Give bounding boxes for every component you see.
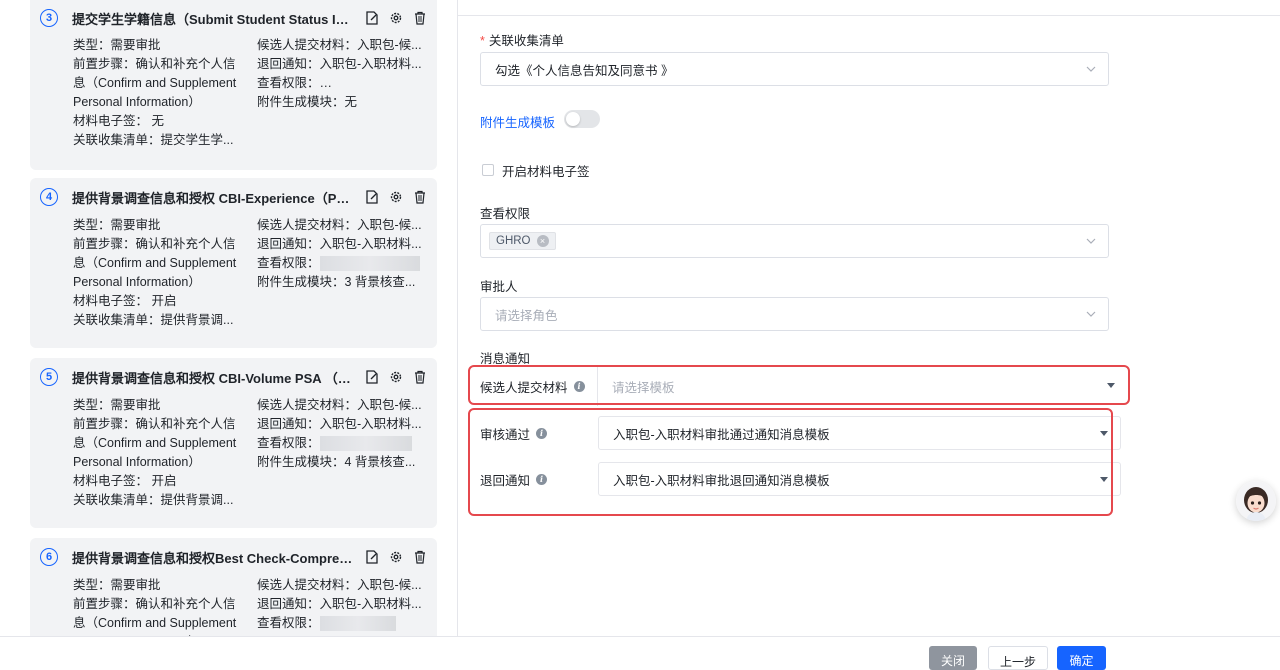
- confirm-button[interactable]: 确定: [1057, 646, 1106, 670]
- required-mark: *: [480, 34, 485, 48]
- gear-icon[interactable]: [389, 11, 403, 25]
- step-attach: 附件生成模块：4 背景核查...: [257, 455, 416, 469]
- edit-icon[interactable]: [365, 11, 379, 25]
- step-type: 类型：需要审批: [73, 38, 161, 52]
- step-attach: 附件生成模块：3 背景核查...: [257, 275, 416, 289]
- redacted-block: [319, 256, 420, 272]
- step-type: 类型：需要审批: [73, 398, 161, 412]
- step-view-label: 查看权限：: [257, 616, 320, 630]
- trash-icon[interactable]: [413, 190, 427, 204]
- step-linked-list: 关联收集清单：提供背景调...: [73, 313, 234, 327]
- step-title: 提供背景调查信息和授权 CBI-Experience（Prov...: [72, 190, 354, 206]
- step-card[interactable]: 3 提交学生学籍信息（Submit Student Status Infor..…: [30, 0, 437, 170]
- highlight-box: [468, 365, 1130, 405]
- step-type: 类型：需要审批: [73, 218, 161, 232]
- approver-placeholder: 请选择角色: [495, 308, 558, 323]
- close-button[interactable]: 关闭: [929, 646, 977, 670]
- step-submit-notify: 候选人提交材料：入职包-候...: [257, 38, 422, 52]
- highlight-box: [468, 408, 1113, 516]
- step-return-notify: 退回通知：入职包-入职材料...: [257, 57, 422, 71]
- steps-panel: 3 提交学生学籍信息（Submit Student Status Infor..…: [0, 0, 458, 636]
- step-return-notify: 退回通知：入职包-入职材料...: [257, 237, 422, 251]
- step-prereq: 前置步骤：确认和补充个人信息（Confirm and Supplement Pe…: [73, 237, 237, 289]
- chevron-down-icon: [1086, 66, 1096, 72]
- edit-icon[interactable]: [365, 370, 379, 384]
- step-title: 提供背景调查信息和授权Best Check-Comprehe...: [72, 550, 354, 566]
- redacted-block: [319, 436, 412, 452]
- step-esign: 材料电子签： 无: [73, 114, 164, 128]
- trash-icon[interactable]: [413, 550, 427, 564]
- step-view-label: 查看权限：: [257, 256, 320, 270]
- step-config-form: * 关联收集清单 勾选《个人信息告知及同意书 》 附件生成模板 开启材料电子签 查…: [459, 16, 1280, 636]
- step-prereq: 前置步骤：确认和补充个人信息（Confirm and Supplement Pe…: [73, 417, 237, 469]
- step-attach: 附件生成模块：无: [257, 95, 358, 109]
- step-number: 6: [40, 548, 58, 566]
- trash-icon[interactable]: [413, 11, 427, 25]
- linked-list-value: 勾选《个人信息告知及同意书 》: [495, 63, 674, 78]
- step-submit-notify: 候选人提交材料：入职包-候...: [257, 398, 422, 412]
- trash-icon[interactable]: [413, 370, 427, 384]
- step-card[interactable]: 5 提供背景调查信息和授权 CBI-Volume PSA （Pr... 类型：需…: [30, 358, 437, 528]
- step-card[interactable]: 4 提供背景调查信息和授权 CBI-Experience（Prov... 类型：…: [30, 178, 437, 348]
- step-return-notify: 退回通知：入职包-入职材料...: [257, 417, 422, 431]
- step-number: 4: [40, 188, 58, 206]
- step-esign: 材料电子签： 开启: [73, 294, 177, 308]
- step-submit-notify: 候选人提交材料：入职包-候...: [257, 578, 422, 592]
- avatar-icon: [1236, 481, 1276, 521]
- linked-list-label: 关联收集清单: [488, 34, 564, 48]
- step-esign: 材料电子签： 开启: [73, 474, 177, 488]
- step-view-label: 查看权限：: [257, 76, 320, 90]
- step-card[interactable]: 6 提供背景调查信息和授权Best Check-Comprehe... 类型：需…: [30, 538, 437, 636]
- approver-select[interactable]: 请选择角色: [480, 297, 1109, 331]
- step-number: 5: [40, 368, 58, 386]
- chevron-down-icon: [1086, 238, 1096, 244]
- role-tag-label: GHRO: [496, 235, 531, 247]
- step-linked-list: 关联收集清单：提供背景调...: [73, 493, 234, 507]
- attach-template-label: 附件生成模板: [480, 116, 556, 130]
- step-title: 提交学生学籍信息（Submit Student Status Infor...: [72, 11, 354, 27]
- view-perm-select[interactable]: GHRO ×: [480, 224, 1109, 258]
- step-number: 3: [40, 9, 58, 27]
- step-view-label: 查看权限：: [257, 436, 320, 450]
- attach-template-toggle[interactable]: [564, 110, 600, 128]
- redacted-block: [319, 76, 427, 92]
- approver-label: 审批人: [480, 280, 518, 294]
- remove-tag-icon[interactable]: ×: [536, 235, 549, 247]
- view-perm-label: 查看权限: [480, 207, 531, 221]
- gear-icon[interactable]: [389, 370, 403, 384]
- step-type: 类型：需要审批: [73, 578, 161, 592]
- footer-bar: 关闭 上一步 确定: [0, 636, 1280, 670]
- redacted-block: [319, 616, 396, 632]
- gear-icon[interactable]: [389, 550, 403, 564]
- assistant-avatar[interactable]: [1236, 481, 1276, 521]
- esign-checkbox-label: 开启材料电子签: [502, 165, 590, 179]
- step-title: 提供背景调查信息和授权 CBI-Volume PSA （Pr...: [72, 370, 354, 386]
- edit-icon[interactable]: [365, 550, 379, 564]
- linked-list-select[interactable]: 勾选《个人信息告知及同意书 》: [480, 52, 1109, 86]
- edit-icon[interactable]: [365, 190, 379, 204]
- step-prereq: 前置步骤：确认和补充个人信息（Confirm and Supplement Pe…: [73, 597, 237, 636]
- role-tag: GHRO ×: [489, 232, 556, 250]
- step-submit-notify: 候选人提交材料：入职包-候...: [257, 218, 422, 232]
- esign-checkbox[interactable]: [482, 164, 494, 176]
- gear-icon[interactable]: [389, 190, 403, 204]
- step-return-notify: 退回通知：入职包-入职材料...: [257, 597, 422, 611]
- prev-step-button[interactable]: 上一步: [988, 646, 1048, 670]
- chevron-down-icon: [1086, 311, 1096, 317]
- step-prereq: 前置步骤：确认和补充个人信息（Confirm and Supplement Pe…: [73, 57, 237, 109]
- step-linked-list: 关联收集清单：提交学生学...: [73, 133, 234, 147]
